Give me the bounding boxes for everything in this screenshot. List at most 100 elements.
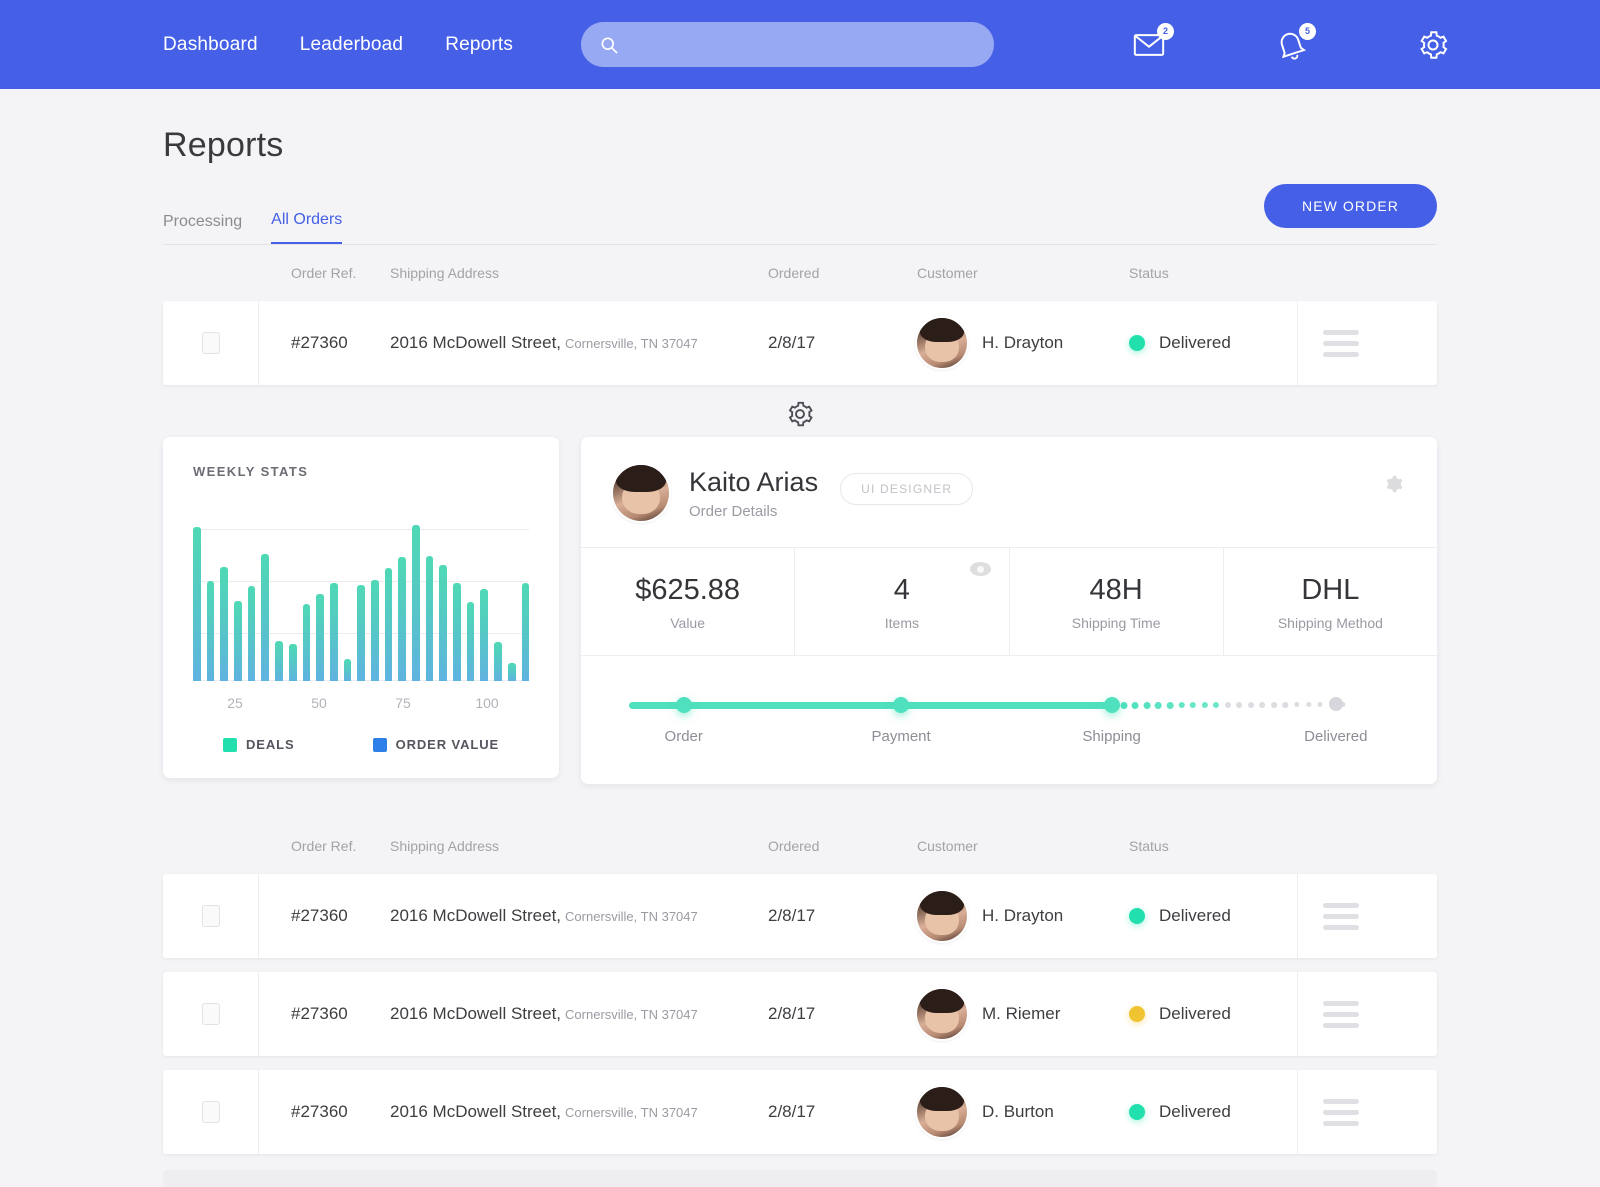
chart-x-axis: 25 50 75 100: [193, 695, 529, 711]
legend-swatch-deals: [223, 737, 237, 752]
new-order-button[interactable]: NEW ORDER: [1263, 184, 1437, 228]
row-checkbox[interactable]: [201, 905, 220, 927]
progress-track[interactable]: [629, 697, 1389, 713]
nav-item-reports[interactable]: Reports: [445, 34, 513, 56]
row-checkbox[interactable]: [201, 1003, 220, 1025]
status-dot: [1129, 1104, 1145, 1120]
nav-item-leaderboard[interactable]: Leaderboad: [300, 34, 403, 56]
search-box[interactable]: [581, 22, 995, 67]
kpi-value: $625.88 Value: [581, 548, 796, 655]
chart-x-tick: 100: [475, 695, 499, 711]
row-menu-icon[interactable]: [1322, 902, 1359, 930]
header-shipping-address: Shipping Address: [390, 265, 499, 281]
topbar-icon-group: 2 5: [1130, 22, 1452, 64]
cell-status: Delivered: [1129, 1004, 1297, 1024]
cell-status: Delivered: [1129, 906, 1297, 926]
row-checkbox-cell[interactable]: [163, 1070, 259, 1154]
row-menu-cell[interactable]: [1297, 1070, 1383, 1154]
progress-filled-line: [629, 702, 1112, 709]
status-badge: Delivered: [1159, 1102, 1231, 1121]
page-title: Reports: [163, 126, 284, 164]
chart-bar: [439, 565, 448, 681]
cell-shipping-address: 2016 McDowell Street, Cornersville, TN 37…: [390, 1004, 698, 1023]
tab-all-orders[interactable]: All Orders: [271, 211, 343, 244]
progress-label-order: Order: [664, 728, 703, 745]
header-status: Status: [1129, 265, 1169, 281]
table-row[interactable]: #27360 2016 McDowell Street, Cornersville,…: [163, 301, 1437, 385]
row-checkbox-cell[interactable]: [163, 301, 259, 385]
mail-icon[interactable]: 2: [1130, 22, 1174, 64]
weekly-stats-card: WEEKLY STATS 25 50 75 100 DEALS ORDER VALUE: [163, 437, 559, 778]
customer-name: Kaito Arias: [689, 466, 819, 497]
cell-status: Delivered: [1129, 1102, 1297, 1122]
chart-bar: [206, 581, 215, 681]
settings-gear-icon[interactable]: [1414, 26, 1452, 64]
search-input[interactable]: [629, 35, 970, 54]
nav-item-dashboard[interactable]: Dashboard: [163, 34, 258, 56]
cell-shipping-address: 2016 McDowell Street, Cornersville, TN 37…: [390, 906, 698, 925]
avatar: [917, 1087, 967, 1137]
tab-processing[interactable]: Processing: [163, 213, 242, 244]
kpi-value: 48H: [1089, 574, 1143, 606]
show-more-button[interactable]: Show More: [163, 1170, 1437, 1187]
progress-node-delivered[interactable]: [1328, 697, 1343, 711]
avatar: [917, 891, 967, 941]
row-checkbox[interactable]: [201, 1101, 220, 1123]
header-customer: Customer: [917, 265, 978, 281]
chart-x-tick: 50: [311, 695, 327, 711]
kpi-shipping-method: DHL Shipping Method: [1224, 548, 1437, 655]
row-checkbox[interactable]: [201, 332, 220, 354]
kpi-value: $625.88: [635, 574, 741, 606]
header-status-2: Status: [1129, 838, 1169, 854]
chart-bar: [275, 640, 283, 681]
chart-bar: [466, 602, 475, 681]
progress-label-shipping: Shipping: [1082, 728, 1141, 745]
progress-node-shipping[interactable]: [1103, 697, 1120, 713]
row-menu-icon[interactable]: [1322, 1098, 1359, 1126]
cell-order-ref: #27360: [291, 1102, 348, 1121]
status-badge: Delivered: [1159, 906, 1231, 925]
status-badge: Delivered: [1159, 333, 1231, 352]
progress-node-payment[interactable]: [893, 697, 910, 713]
chart-x-tick: 25: [227, 695, 243, 711]
cards-row: WEEKLY STATS 25 50 75 100 DEALS ORDER VALUE: [163, 437, 1437, 784]
eye-icon[interactable]: [969, 562, 991, 576]
cell-order-ref: #27360: [291, 333, 348, 352]
progress-dot: [1305, 702, 1312, 708]
row-menu-cell[interactable]: [1297, 972, 1383, 1056]
orders-table-top: #27360 2016 McDowell Street, Cornersville,…: [163, 301, 1437, 385]
cell-ordered: 2/8/17: [768, 333, 816, 352]
top-navigation-bar: Dashboard Leaderboad Reports 2 5: [0, 0, 1600, 89]
chart-bar: [193, 526, 201, 681]
kpi-value: DHL: [1301, 574, 1360, 606]
floating-settings-gear[interactable]: [163, 399, 1437, 429]
progress-node-order[interactable]: [675, 697, 692, 713]
row-checkbox-cell[interactable]: [163, 874, 259, 958]
table-row[interactable]: #27360 2016 McDowell Street, Cornersville,…: [163, 874, 1437, 958]
chart-bar: [329, 582, 338, 681]
table-row[interactable]: #27360 2016 McDowell Street, Cornersville,…: [163, 972, 1437, 1056]
cell-customer: M. Riemer: [917, 989, 1129, 1039]
row-menu-cell[interactable]: [1297, 874, 1383, 958]
progress-dot: [1294, 702, 1300, 708]
tab-bar: Processing All Orders NEW ORDER: [163, 184, 1437, 245]
order-progress: Order Payment Shipping Delivered: [581, 656, 1437, 784]
bell-icon[interactable]: 5: [1272, 22, 1316, 64]
chart-bar: [384, 568, 393, 681]
card-settings-gear-icon[interactable]: [1383, 473, 1405, 500]
orders-table-bottom: #27360 2016 McDowell Street, Cornersville,…: [163, 874, 1437, 1154]
progress-dot: [1213, 702, 1220, 709]
order-details-subtitle: Order Details: [689, 502, 778, 520]
chart-x-tick: 75: [395, 695, 411, 711]
row-menu-icon[interactable]: [1322, 329, 1359, 357]
row-menu-cell[interactable]: [1297, 301, 1383, 385]
progress-dot: [1224, 702, 1231, 709]
row-menu-icon[interactable]: [1322, 1000, 1359, 1028]
kpi-shipping-time: 48H Shipping Time: [1010, 548, 1224, 655]
row-checkbox-cell[interactable]: [163, 972, 259, 1056]
progress-dot: [1282, 702, 1289, 708]
status-dot: [1129, 908, 1145, 924]
legend-label-order-value: ORDER VALUE: [395, 737, 500, 752]
table-row[interactable]: #27360 2016 McDowell Street, Cornersville,…: [163, 1070, 1437, 1154]
chart-bar: [220, 566, 229, 681]
